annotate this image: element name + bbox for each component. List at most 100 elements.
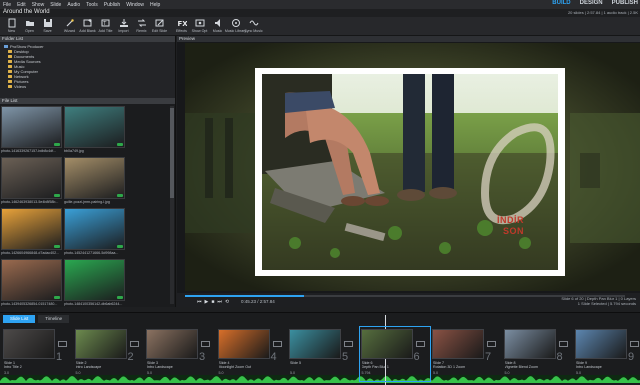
sync-music-button[interactable]: Sync Music	[244, 17, 263, 36]
check-icon	[54, 245, 60, 248]
remix-button[interactable]: Remix	[133, 17, 150, 36]
folder-tree: ProShow Producer Desktop Documents Media So…	[0, 42, 175, 91]
toolbar-label: Effects	[176, 29, 187, 33]
scrollbar-thumb[interactable]	[170, 108, 174, 198]
slide-item[interactable]: 2 Slide 2 Intro Landscape 5.0	[74, 327, 144, 381]
file-list-panel: File List photo-1416339267157-bdb8c4df..…	[0, 98, 176, 307]
mode-publish[interactable]: PUBLISH	[612, 0, 638, 9]
preview-panel: Preview İNDİR SON ⏮ ▶ ■ ⏭ ⟲ 0:45.23 / 2:…	[177, 36, 640, 307]
file-item[interactable]: guille-pozzi-jmrn-pairing-l.jpg	[64, 157, 125, 207]
slide-item[interactable]: 9 Slide 9 Intro Landscape 5.0	[574, 327, 640, 381]
file-thumbnail	[64, 259, 125, 301]
toolbar-label: Music Library	[224, 29, 247, 33]
save-button[interactable]: Save	[39, 17, 56, 36]
slide-options-icon[interactable]	[272, 341, 282, 347]
play-icon[interactable]: ▶	[205, 299, 209, 305]
menu-edit[interactable]: Edit	[17, 2, 26, 8]
edit-slide-button[interactable]: Edit Slide	[151, 17, 168, 36]
toolbar-label: Save	[43, 29, 52, 33]
file-item[interactable]: photo-1484100356142-db6ab6244...	[64, 259, 125, 309]
slide-info: Slide 6 of 20 | Depth Pan Blur 1 | 0 Lay…	[561, 296, 636, 306]
wizard-icon	[66, 19, 74, 27]
file-thumbnail	[1, 208, 62, 250]
slide-number: 5	[342, 351, 349, 363]
slide-item[interactable]: 1 Slide 1 Intro Title 2 3.0	[2, 327, 72, 381]
preview-stage[interactable]: İNDİR SON	[185, 43, 640, 291]
folder-icon	[4, 45, 8, 48]
add-title-button[interactable]: T Add Title	[97, 17, 114, 36]
slide-number: 9	[628, 351, 635, 363]
slide-options-icon[interactable]	[129, 341, 139, 347]
slide-item[interactable]: 8 Slide 8 Vignette Blend Zoom 5.0	[503, 327, 573, 381]
toolbar-label: Music	[212, 29, 223, 33]
folder-item[interactable]: Videos	[4, 84, 171, 89]
slide-options-icon[interactable]	[415, 341, 425, 347]
file-name: photo-1426604966848-d7adac402...	[1, 251, 60, 255]
slide-number: 1	[56, 351, 63, 363]
menu-file[interactable]: File	[3, 2, 11, 8]
file-item[interactable]: photo-1439405326854-01517480...	[1, 259, 62, 309]
menu-window[interactable]: Window	[126, 2, 144, 8]
menu-help[interactable]: Help	[150, 2, 160, 8]
sync-music-icon	[249, 20, 258, 26]
project-title: Around the World	[3, 9, 50, 15]
wizard-button[interactable]: Wizard	[61, 17, 78, 36]
file-item[interactable]: bb0a749.jpg	[64, 106, 125, 156]
slide-options-icon[interactable]	[630, 341, 639, 347]
edit-slide-icon	[155, 19, 163, 27]
file-thumbnail	[1, 157, 62, 199]
menu-slide[interactable]: Slide	[50, 2, 61, 8]
file-name: photo-1416339267157-bdb8c4df...	[1, 149, 57, 153]
menu-publish[interactable]: Publish	[104, 2, 120, 8]
slide-options-icon[interactable]	[487, 341, 496, 347]
slide-options-icon[interactable]	[344, 341, 353, 347]
slide-item[interactable]: 4 Slide 4 Moonlight Zoom Out 5.0	[217, 327, 287, 381]
mode-build[interactable]: BUILD	[552, 0, 570, 9]
slide-number: 3	[199, 351, 206, 363]
file-item[interactable]: photo-1426604966848-d7adac402...	[1, 208, 62, 258]
stop-icon[interactable]: ■	[211, 299, 214, 305]
menu-tools[interactable]: Tools	[86, 2, 98, 8]
slide-title: Slide 8 Vignette Blend Zoom	[504, 361, 539, 369]
new-icon	[8, 18, 15, 28]
file-item[interactable]: photo-1416339267157-bdb8c4df...	[1, 106, 62, 156]
import-button[interactable]: Import	[115, 17, 132, 36]
add-blank-button[interactable]: Add Blank	[79, 17, 96, 36]
slide-duration: 5.0	[504, 371, 510, 375]
skip-back-icon[interactable]: ⏮	[197, 299, 202, 305]
music-library-button[interactable]: Music Library	[224, 17, 247, 36]
file-thumbnail	[64, 208, 125, 250]
add-title-icon: T	[101, 19, 109, 27]
slide-options-icon[interactable]	[58, 341, 67, 347]
slide-item[interactable]: 5 Slide 5 5.0	[288, 327, 358, 381]
playback-progress[interactable]	[185, 295, 625, 297]
loop-icon[interactable]: ⟲	[225, 299, 229, 305]
slide-options-icon[interactable]	[558, 341, 568, 347]
slide-item[interactable]: 3 Slide 3 Intro Landscape 5.0	[145, 327, 215, 381]
slide-thumbnail	[74, 329, 127, 359]
slide-title: Slide 5	[290, 361, 301, 365]
file-name: guille-pozzi-jmrn-pairing-l.jpg	[64, 200, 110, 204]
file-list-scrollbar[interactable]	[170, 106, 174, 304]
tab-timeline[interactable]: Timeline	[38, 315, 70, 323]
mode-design[interactable]: DESIGN	[580, 0, 603, 9]
menu-audio[interactable]: Audio	[67, 2, 80, 8]
music-button[interactable]: Music	[209, 17, 226, 36]
preview-image	[185, 43, 640, 291]
slide-item[interactable]: 6 Slide 6 Depth Pan Blur 1 5.794	[358, 326, 431, 382]
open-button[interactable]: Open	[21, 17, 38, 36]
slide-duration: 3.0	[4, 371, 9, 375]
slide-options-icon[interactable]	[201, 341, 210, 347]
file-item[interactable]: photo-1452441271666-5d998aa...	[64, 208, 125, 258]
menu-show[interactable]: Show	[32, 2, 45, 8]
tab-slide-list[interactable]: Slide List	[3, 315, 36, 323]
effects-button[interactable]: FX Effects	[173, 17, 190, 36]
skip-forward-icon[interactable]: ⏭	[217, 299, 222, 305]
show-status: 20 slides | 2:57.84 | 1 audio track | 2.…	[567, 10, 638, 15]
show-options-button[interactable]: Show Opt	[191, 17, 208, 36]
new-button[interactable]: New	[3, 17, 20, 36]
file-item[interactable]: photo-1462463938013-5e4b8f58b...	[1, 157, 62, 207]
svg-text:FX: FX	[177, 20, 187, 28]
toolbar-label: Open	[25, 29, 34, 33]
slide-item[interactable]: 7 Slide 7 Rotation 3D 1 Zoom 5.0	[431, 327, 501, 381]
